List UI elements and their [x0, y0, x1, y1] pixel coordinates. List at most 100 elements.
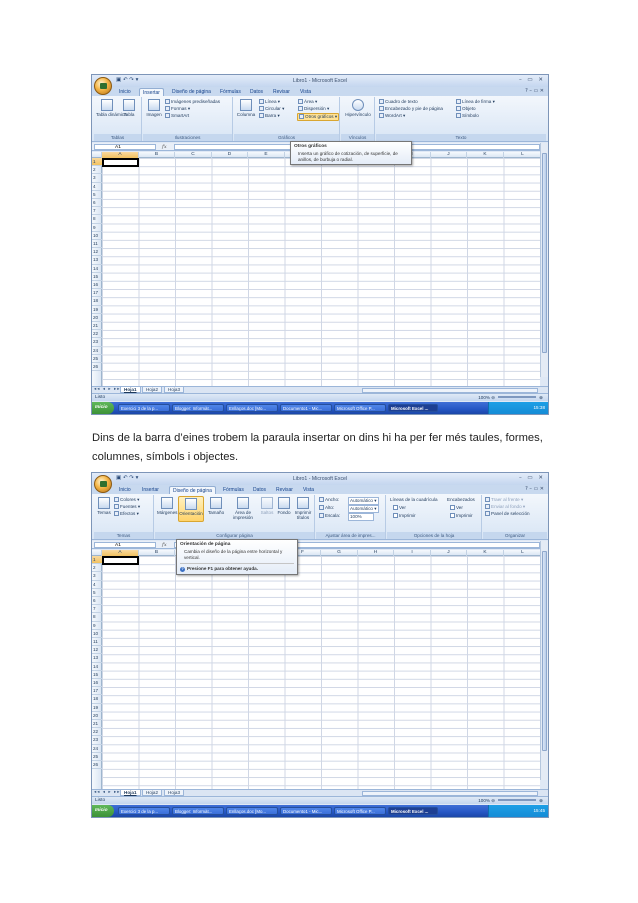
- tab-datos[interactable]: Datos: [250, 486, 269, 494]
- row-header[interactable]: 9: [92, 622, 102, 630]
- tab-vista[interactable]: Vista: [300, 486, 317, 494]
- active-cell-a1[interactable]: [102, 556, 139, 565]
- textbox-button[interactable]: Cuadro de texto: [379, 99, 418, 105]
- row-header[interactable]: 6: [92, 199, 102, 208]
- zoom-slider[interactable]: [498, 799, 537, 801]
- row-header[interactable]: 8: [92, 215, 102, 224]
- row-header[interactable]: 7: [92, 207, 102, 216]
- selection-pane-button[interactable]: Panel de selección: [485, 511, 530, 517]
- row-header[interactable]: 24: [92, 745, 102, 753]
- active-cell-a1[interactable]: [102, 158, 139, 167]
- shapes-button[interactable]: Formas ▾: [165, 106, 190, 112]
- wordart-button[interactable]: WordArt ▾: [379, 113, 405, 119]
- row-header[interactable]: 26: [92, 761, 102, 770]
- cell-area[interactable]: [102, 158, 540, 386]
- row-header[interactable]: 5: [92, 589, 102, 597]
- effects-button[interactable]: Efectos ▾: [114, 511, 139, 517]
- line-chart-button[interactable]: Línea ▾: [259, 99, 280, 105]
- fx-icon[interactable]: fx: [162, 542, 167, 548]
- print-titles-button[interactable]: Imprimir títulos: [293, 497, 313, 520]
- taskbar-item[interactable]: Exercici 3 de la p...: [118, 404, 170, 412]
- tab-inicio[interactable]: Inicio: [116, 486, 134, 494]
- orientation-button[interactable]: Orientación: [178, 496, 204, 522]
- clipart-button[interactable]: Imágenes prediseñadas: [165, 99, 220, 105]
- taskbar-item[interactable]: Microsoft Office P...: [334, 807, 386, 815]
- name-box[interactable]: A1: [94, 542, 156, 548]
- name-box[interactable]: A1: [94, 144, 156, 150]
- row-header[interactable]: 2: [92, 564, 102, 573]
- help-icon[interactable]: ? – ▭ ✕: [525, 88, 544, 94]
- row-header[interactable]: 15: [92, 273, 102, 281]
- tab-insertar[interactable]: Insertar: [139, 486, 162, 494]
- pivot-table-button[interactable]: Tabla dinámica: [96, 99, 127, 117]
- row-header[interactable]: 23: [92, 338, 102, 347]
- row-header[interactable]: 12: [92, 248, 102, 257]
- row-header[interactable]: 7: [92, 605, 102, 614]
- row-header[interactable]: 10: [92, 232, 102, 240]
- tab-insertar[interactable]: Insertar: [139, 88, 164, 96]
- signature-line-button[interactable]: Línea de firma ▾: [456, 99, 495, 105]
- row-header[interactable]: 18: [92, 297, 102, 306]
- row-header[interactable]: 26: [92, 363, 102, 372]
- window-controls[interactable]: – ▭ ✕: [519, 77, 545, 83]
- vertical-scrollbar[interactable]: [540, 143, 548, 377]
- start-button[interactable]: Inicio: [92, 402, 114, 414]
- tab-revisar[interactable]: Revisar: [270, 88, 293, 96]
- row-header[interactable]: 1: [92, 158, 102, 167]
- tab-vista[interactable]: Vista: [297, 88, 314, 96]
- margins-button[interactable]: Márgenes: [157, 497, 177, 515]
- taskbar-item[interactable]: Enllaços.doc [Mo...: [226, 807, 278, 815]
- zoom-control[interactable]: 100% ⊖ ⊕: [478, 395, 543, 401]
- colors-button[interactable]: Colores ▾: [114, 497, 139, 503]
- headings-view-checkbox[interactable]: Ver: [450, 505, 463, 511]
- print-area-button[interactable]: Área de impresión: [228, 497, 258, 520]
- gridlines-view-checkbox[interactable]: Ver: [393, 505, 406, 511]
- row-header[interactable]: 16: [92, 679, 102, 688]
- row-header[interactable]: 9: [92, 224, 102, 232]
- other-charts-button[interactable]: Otros gráficos ▾: [297, 113, 340, 121]
- scatter-chart-button[interactable]: Dispersión ▾: [298, 106, 329, 112]
- area-chart-button[interactable]: Área ▾: [298, 99, 317, 105]
- tab-inicio[interactable]: Inicio: [116, 88, 134, 96]
- object-button[interactable]: Objeto: [456, 106, 476, 112]
- taskbar-item[interactable]: Microsoft Excel ...: [388, 807, 438, 815]
- tab-datos[interactable]: Datos: [247, 88, 266, 96]
- smartart-button[interactable]: SmartArt: [165, 113, 189, 119]
- width-select[interactable]: Automático ▾: [348, 497, 379, 505]
- row-header[interactable]: 20: [92, 314, 102, 322]
- row-header[interactable]: 25: [92, 355, 102, 363]
- row-header[interactable]: 14: [92, 663, 102, 671]
- row-header[interactable]: 17: [92, 289, 102, 298]
- row-header[interactable]: 17: [92, 687, 102, 696]
- column-chart-button[interactable]: Columna: [236, 99, 256, 117]
- row-header[interactable]: 16: [92, 281, 102, 290]
- tab-formulas[interactable]: Fórmulas: [217, 88, 244, 96]
- height-select[interactable]: Automático ▾: [348, 505, 379, 513]
- vertical-scrollbar[interactable]: [540, 541, 548, 780]
- tab-revisar[interactable]: Revisar: [273, 486, 296, 494]
- row-header[interactable]: 15: [92, 671, 102, 679]
- system-tray-clock[interactable]: 15:38: [488, 402, 548, 414]
- taskbar-item[interactable]: Documento1 - Mic...: [280, 807, 332, 815]
- window-controls[interactable]: – ▭ ✕: [519, 475, 545, 481]
- row-header[interactable]: 13: [92, 256, 102, 265]
- symbol-button[interactable]: Símbolo: [456, 113, 479, 119]
- row-header[interactable]: 3: [92, 174, 102, 183]
- row-header[interactable]: 4: [92, 183, 102, 191]
- taskbar-item[interactable]: Microsoft Office P...: [334, 404, 386, 412]
- row-header[interactable]: 18: [92, 695, 102, 704]
- row-header[interactable]: 21: [92, 720, 102, 729]
- row-header[interactable]: 6: [92, 597, 102, 606]
- zoom-control[interactable]: 100% ⊖ ⊕: [478, 798, 543, 804]
- bring-front-button[interactable]: Traer al frente ▾: [485, 497, 523, 503]
- cell-area[interactable]: [102, 556, 540, 789]
- send-back-button[interactable]: Enviar al fondo ▾: [485, 504, 525, 510]
- row-header[interactable]: 22: [92, 330, 102, 339]
- row-header[interactable]: 12: [92, 646, 102, 655]
- headings-print-checkbox[interactable]: Imprimir: [450, 513, 473, 519]
- bar-chart-button[interactable]: Barra ▾: [259, 113, 280, 119]
- row-header[interactable]: 14: [92, 265, 102, 273]
- office-button[interactable]: [94, 77, 112, 95]
- background-button[interactable]: Fondo: [276, 497, 292, 515]
- breaks-button[interactable]: Saltos: [259, 497, 275, 515]
